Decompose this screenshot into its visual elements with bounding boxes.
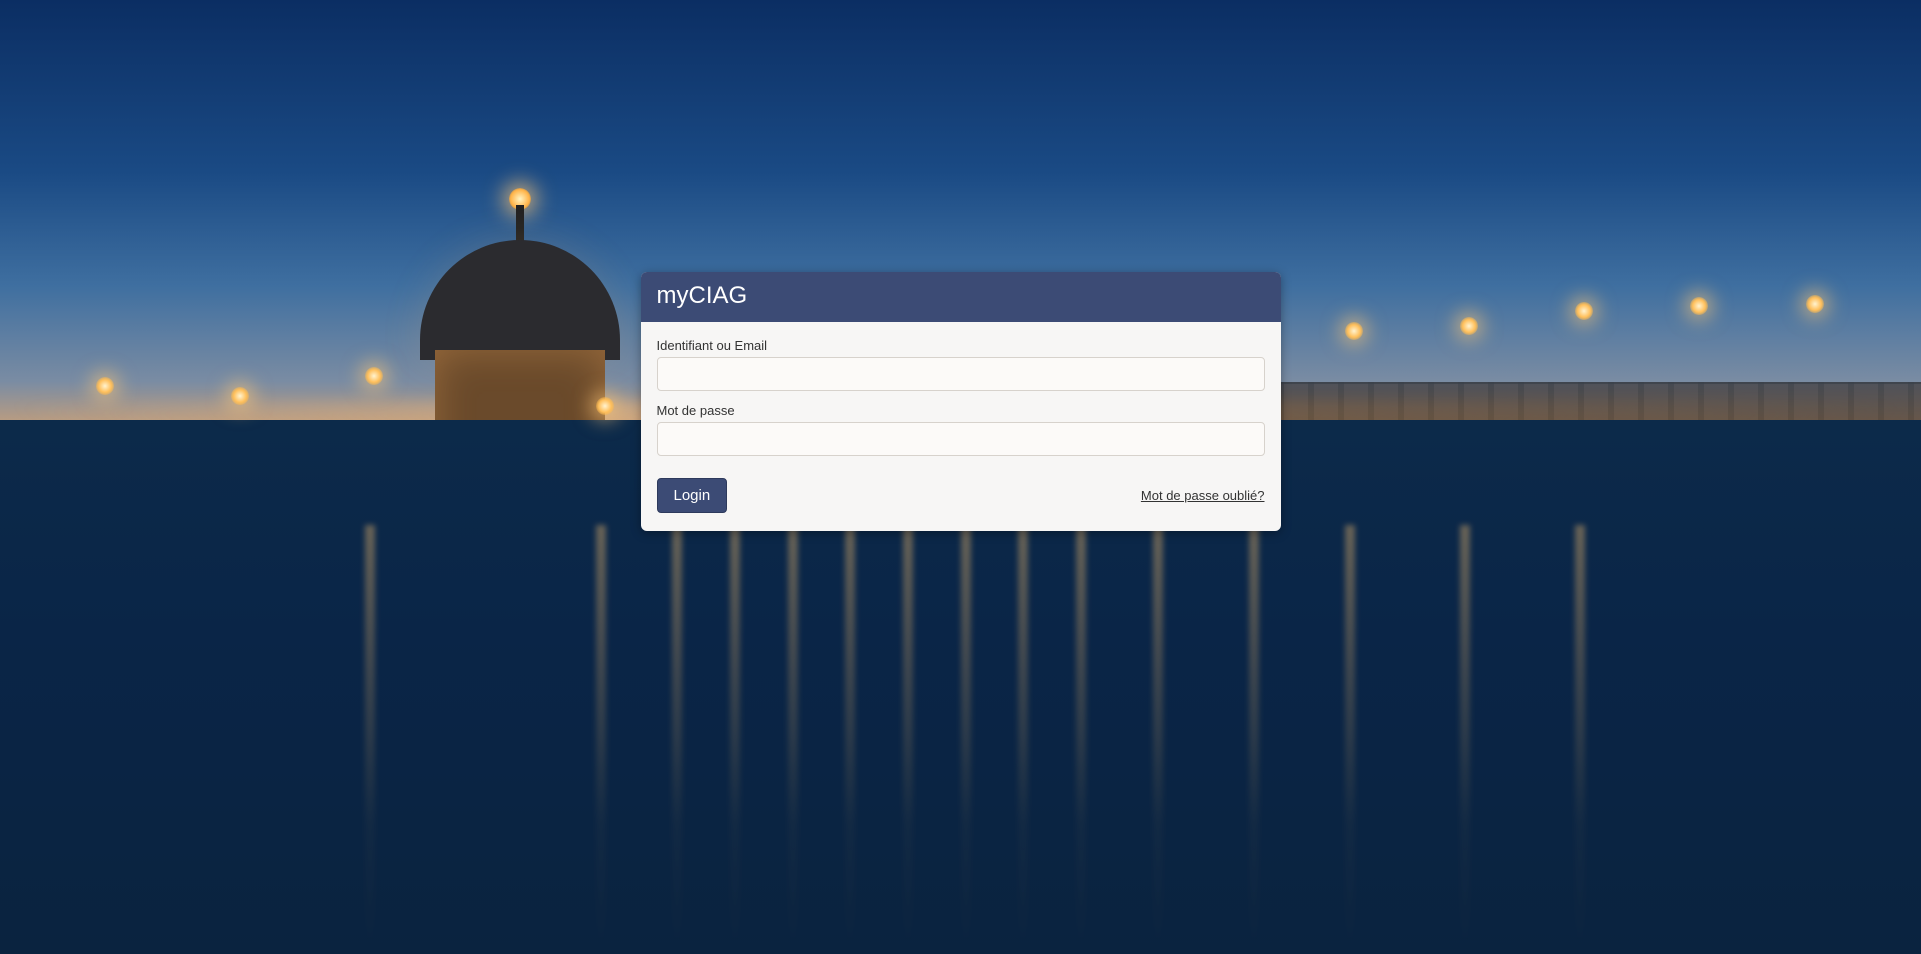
username-input[interactable] bbox=[657, 357, 1265, 391]
username-label: Identifiant ou Email bbox=[657, 338, 1265, 353]
panel-title: myCIAG bbox=[641, 272, 1281, 322]
password-input[interactable] bbox=[657, 422, 1265, 456]
forgot-password-link[interactable]: Mot de passe oublié? bbox=[1141, 488, 1265, 503]
password-label: Mot de passe bbox=[657, 403, 1265, 418]
login-panel: myCIAG Identifiant ou Email Mot de passe… bbox=[641, 272, 1281, 531]
dome-silhouette bbox=[405, 60, 635, 360]
panel-body: Identifiant ou Email Mot de passe Login … bbox=[641, 322, 1281, 531]
login-button[interactable]: Login bbox=[657, 478, 728, 513]
